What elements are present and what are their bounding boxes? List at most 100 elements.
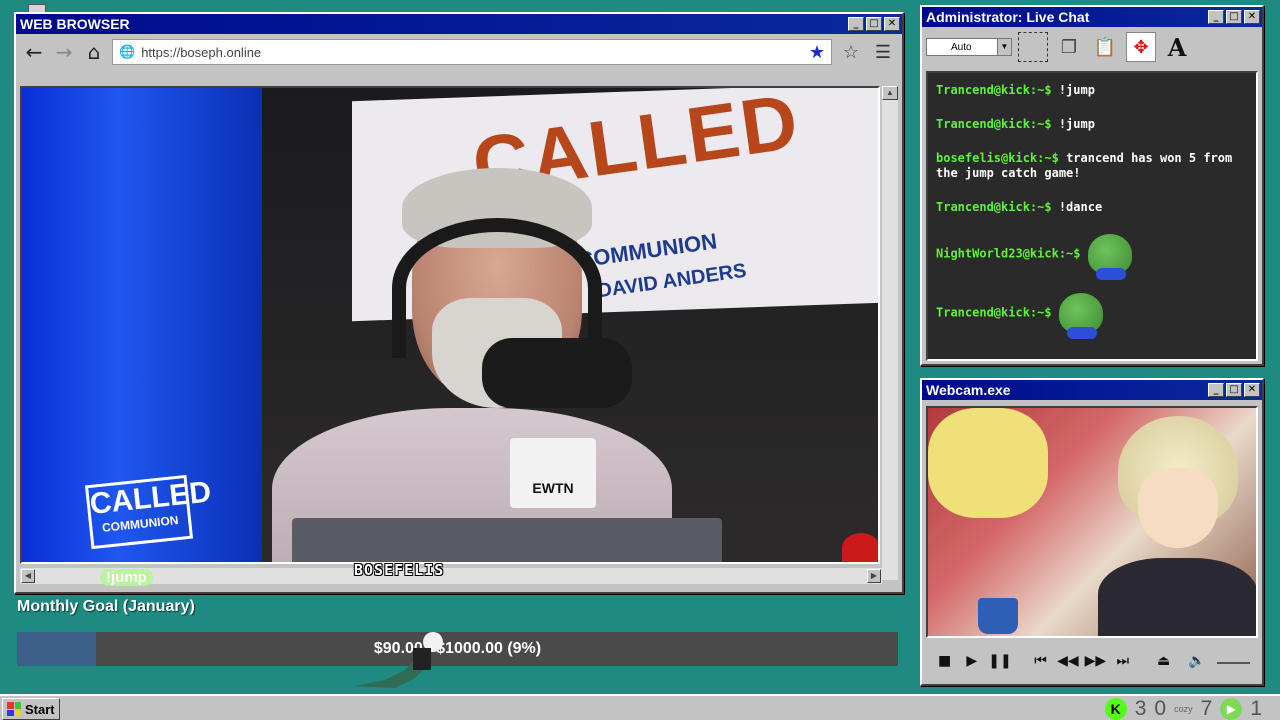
start-label: Start (25, 701, 55, 717)
chat-text: !dance (1058, 200, 1103, 214)
chat-message: Trancend@kick:~$ !jump (936, 83, 1248, 98)
maximize-button[interactable]: □ (1226, 10, 1242, 24)
chat-toolbar: Auto ▼ ❐ 📋 ✥ A (922, 27, 1262, 67)
address-bar[interactable]: 🌐 https://boseph.online ★ (112, 39, 832, 65)
vertical-scrollbar[interactable]: ▲ (882, 86, 898, 580)
paste-icon[interactable]: 📋 (1090, 32, 1120, 62)
player-name-overlay: BOSEFELIS (354, 561, 445, 579)
chat-user: NightWorld23@kick:~$ (936, 246, 1081, 261)
move-icon[interactable]: ✥ (1126, 32, 1156, 62)
show-logo: CALLED COMMUNION (84, 474, 213, 550)
mug (978, 598, 1018, 634)
close-button[interactable]: ✕ (1244, 383, 1260, 397)
volume-slider[interactable] (1217, 658, 1250, 664)
stream-video[interactable]: CALLED COMMUNION DAVID ANDERS CALLED COM… (20, 86, 880, 564)
system-tray: K 3 0 cozy 7 ▶ 1 (1104, 697, 1262, 720)
headset (392, 218, 602, 358)
close-button[interactable]: ✕ (1244, 10, 1260, 24)
previous-icon[interactable]: ⏮ (1030, 653, 1051, 669)
scroll-left-icon[interactable]: ◀ (21, 569, 35, 583)
browser-title: WEB BROWSER (20, 16, 130, 32)
media-controls: ■ ▶ ❚❚ ⏮ ◀◀ ▶▶ ⏭ ⏏ 🔈 (926, 644, 1258, 678)
close-button[interactable]: ✕ (884, 17, 900, 31)
pillow (928, 408, 1048, 518)
pause-icon[interactable]: ❚❚ (988, 653, 1011, 669)
chat-user: Trancend@kick:~$ (936, 200, 1052, 214)
taskbar: Start K 3 0 cozy 7 ▶ 1 (0, 694, 1280, 720)
zoom-select[interactable]: Auto ▼ (926, 38, 1012, 56)
kick-count: 3 (1134, 697, 1147, 720)
webcam-titlebar[interactable]: Webcam.exe _ □ ✕ (922, 380, 1262, 400)
select-tool-icon[interactable] (1018, 32, 1048, 62)
minimize-button[interactable]: _ (848, 17, 864, 31)
fast-forward-icon[interactable]: ▶▶ (1085, 653, 1107, 669)
browser-titlebar[interactable]: WEB BROWSER _ □ ✕ (16, 14, 902, 34)
microphone (482, 338, 632, 408)
avatar-face (1138, 468, 1218, 548)
forward-arrow-icon[interactable]: → (52, 40, 76, 64)
chat-message: Trancend@kick:~$ (936, 293, 1248, 339)
globe-icon: 🌐 (119, 44, 136, 59)
pepe-emote-icon (1058, 293, 1103, 339)
hamburger-menu-icon[interactable]: ☰ (870, 42, 896, 63)
chat-message: NightWorld23@kick:~$ (936, 234, 1248, 280)
home-icon[interactable]: ⌂ (82, 40, 106, 64)
maximize-button[interactable]: □ (1226, 383, 1242, 397)
kick-icon: K (1104, 698, 1127, 720)
zoom-select-value: Auto (951, 41, 972, 53)
eject-icon[interactable]: ⏏ (1153, 653, 1174, 669)
rewind-icon[interactable]: ◀◀ (1057, 653, 1079, 669)
chat-user: Trancend@kick:~$ (936, 83, 1052, 97)
chat-user: Trancend@kick:~$ (936, 305, 1052, 320)
scroll-right-icon[interactable]: ▶ (867, 569, 881, 583)
jump-overlay: !jump (100, 569, 153, 586)
bookmark-star-icon[interactable]: ★ (809, 42, 825, 63)
avatar-character (1098, 408, 1256, 636)
goal-progress-bar: $90.00 / $1000.00 (9%) (17, 632, 898, 666)
mic-flag: EWTN (510, 438, 596, 508)
chat-title: Administrator: Live Chat (926, 9, 1090, 25)
next-icon[interactable]: ⏭ (1112, 653, 1133, 669)
chat-titlebar[interactable]: Administrator: Live Chat _ □ ✕ (922, 7, 1262, 27)
small-label: cozy (1174, 704, 1193, 714)
stop-icon[interactable]: ■ (934, 653, 955, 669)
start-button[interactable]: Start (2, 698, 60, 720)
minimize-button[interactable]: _ (1208, 383, 1224, 397)
chat-log[interactable]: Trancend@kick:~$ !jump Trancend@kick:~$ … (926, 71, 1258, 361)
chat-window: Administrator: Live Chat _ □ ✕ Auto ▼ ❐ … (920, 5, 1264, 366)
chat-message: Trancend@kick:~$ !jump (936, 117, 1248, 132)
chat-user: bosefelis@kick:~$ (936, 151, 1059, 165)
font-icon[interactable]: A (1162, 32, 1192, 62)
goal-title: Monthly Goal (January) (17, 598, 195, 615)
play-icon[interactable]: ▶ (961, 653, 982, 669)
browser-toolbar: ← → ⌂ 🌐 https://boseph.online ★ ☆ ☰ (16, 34, 902, 70)
url-text[interactable]: https://boseph.online (141, 45, 803, 60)
scroll-up-icon[interactable]: ▲ (882, 86, 898, 100)
count-seven: 7 (1200, 697, 1213, 720)
chat-user: Trancend@kick:~$ (936, 117, 1052, 131)
chat-message: Trancend@kick:~$ !dance (936, 200, 1248, 215)
minimize-button[interactable]: _ (1208, 10, 1224, 24)
add-bookmark-icon[interactable]: ☆ (838, 42, 864, 63)
webcam-title: Webcam.exe (926, 382, 1011, 398)
chat-message: bosefelis@kick:~$ trancend has won 5 fro… (936, 151, 1248, 181)
runner-sprite-icon (355, 632, 443, 688)
pepe-emote-icon (1087, 234, 1132, 280)
yt-count: 1 (1250, 697, 1262, 720)
windows-logo-icon (7, 702, 21, 716)
volume-icon[interactable]: 🔈 (1186, 653, 1207, 669)
goal-progress-text: $90.00 / $1000.00 (9%) (373, 640, 542, 657)
browser-window: WEB BROWSER _ □ ✕ ← → ⌂ 🌐 https://boseph… (14, 12, 904, 594)
play-circle-icon: ▶ (1220, 698, 1243, 720)
copy-icon[interactable]: ❐ (1054, 32, 1084, 62)
maximize-button[interactable]: □ (866, 17, 882, 31)
chat-text: !jump (1058, 117, 1095, 131)
corner-logo-icon (842, 533, 878, 562)
laptop (292, 518, 722, 562)
back-arrow-icon[interactable]: ← (22, 40, 46, 64)
viewer-count: 0 (1154, 697, 1167, 720)
avatar-body (1098, 558, 1256, 636)
webcam-video (926, 406, 1258, 638)
chevron-down-icon[interactable]: ▼ (997, 39, 1011, 55)
mic-flag-label: EWTN (532, 480, 574, 496)
